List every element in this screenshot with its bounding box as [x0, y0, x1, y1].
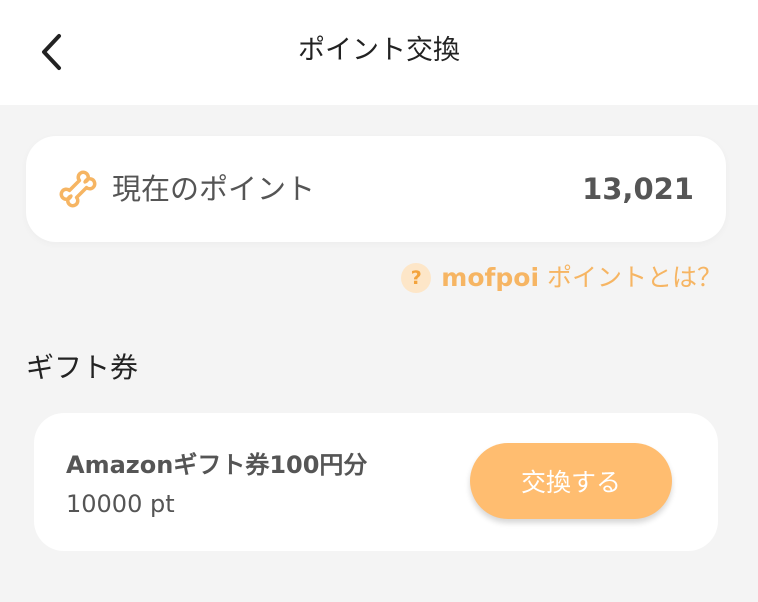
- section-title-gift: ギフト券: [26, 351, 139, 384]
- gift-item-cost: 10000 pt: [66, 490, 175, 518]
- points-help-label: mofpoi ポイントとは？: [441, 258, 722, 298]
- current-points-value: 13,021: [582, 172, 694, 206]
- current-points-card: 現在のポイント 13,021: [26, 136, 726, 242]
- gift-item-name: Amazonギフト券100円分: [66, 451, 368, 479]
- page-title: ポイント交換: [298, 35, 460, 66]
- current-points-label: 現在のポイント: [112, 172, 316, 206]
- gift-item-card: Amazonギフト券100円分 10000 pt 交換する: [34, 413, 718, 551]
- bone-icon: [59, 170, 97, 208]
- help-text: ポイントとは？: [539, 263, 722, 292]
- question-icon: ?: [401, 263, 432, 293]
- exchange-button[interactable]: 交換する: [470, 443, 672, 519]
- help-brand: mofpoi: [441, 263, 540, 292]
- points-help-link[interactable]: ? mofpoi ポイントとは？: [401, 258, 722, 298]
- app-header: ポイント交換: [0, 0, 758, 105]
